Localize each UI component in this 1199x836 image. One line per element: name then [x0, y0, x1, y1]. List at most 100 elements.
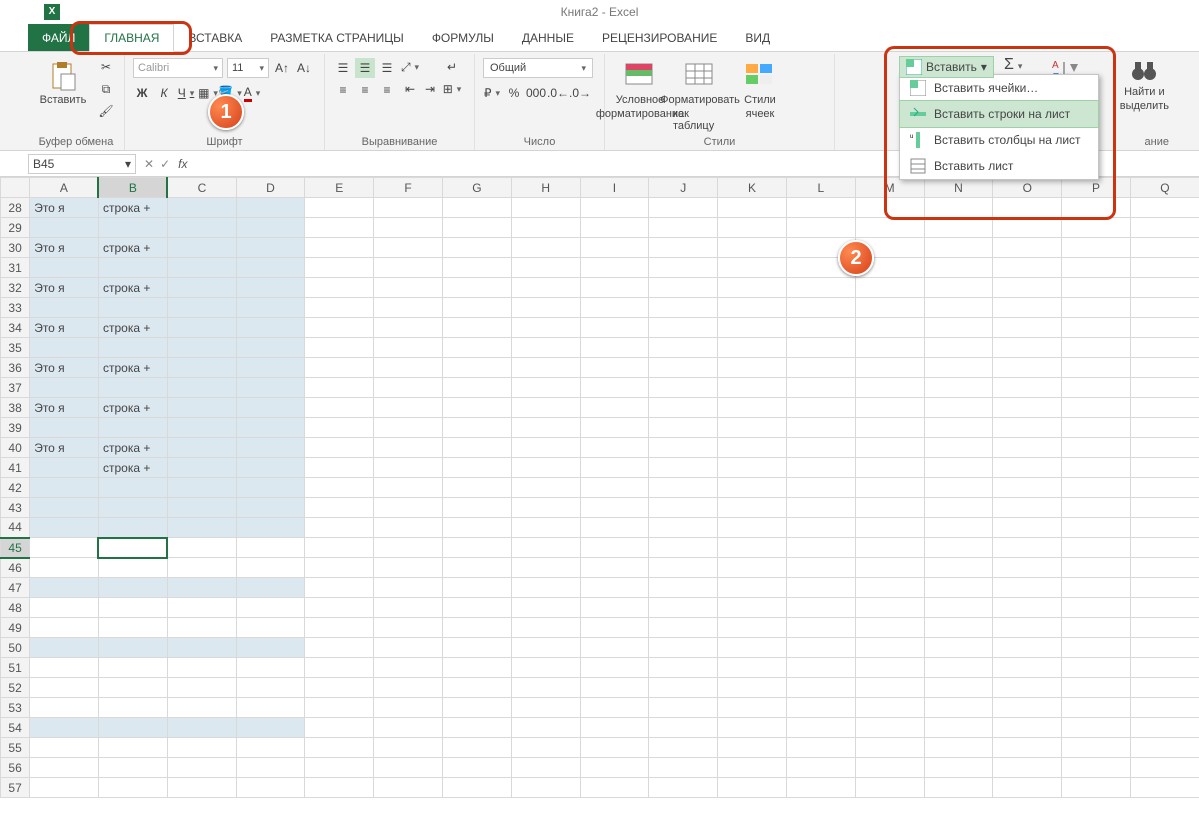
cell[interactable] [649, 498, 718, 518]
cell[interactable] [30, 518, 99, 538]
cell[interactable] [924, 318, 993, 338]
fx-icon[interactable]: fx [178, 157, 187, 171]
cell[interactable] [1062, 258, 1131, 278]
row-header[interactable]: 44 [1, 518, 30, 538]
cell[interactable] [649, 598, 718, 618]
cell[interactable] [236, 498, 305, 518]
cell[interactable] [442, 678, 511, 698]
cell[interactable] [167, 298, 236, 318]
cell[interactable] [374, 458, 443, 478]
bold-button[interactable]: Ж [133, 84, 151, 102]
menu-insert-rows[interactable]: Вставить строки на лист [900, 101, 1098, 127]
cell[interactable] [442, 638, 511, 658]
cell[interactable]: Это я [30, 358, 99, 378]
cut-button[interactable]: ✂ [96, 58, 116, 76]
cell[interactable] [374, 298, 443, 318]
cell[interactable] [30, 738, 99, 758]
cell[interactable] [442, 318, 511, 338]
cell[interactable] [786, 738, 855, 758]
cell[interactable] [786, 358, 855, 378]
cell[interactable] [98, 558, 167, 578]
cell[interactable]: строка + [98, 438, 167, 458]
cell[interactable] [442, 578, 511, 598]
cell[interactable] [374, 678, 443, 698]
cell[interactable] [374, 638, 443, 658]
cell[interactable] [1062, 418, 1131, 438]
tab-pagelayout[interactable]: РАЗМЕТКА СТРАНИЦЫ [256, 24, 418, 51]
cell[interactable] [1062, 398, 1131, 418]
cell[interactable] [442, 738, 511, 758]
cell[interactable] [98, 778, 167, 798]
cell[interactable] [442, 658, 511, 678]
cell[interactable] [167, 758, 236, 778]
cell[interactable] [1062, 618, 1131, 638]
cell[interactable] [924, 618, 993, 638]
cell[interactable] [236, 458, 305, 478]
row-header[interactable]: 57 [1, 778, 30, 798]
cell[interactable] [718, 598, 787, 618]
accounting-format-button[interactable]: ₽ [483, 84, 501, 102]
cell[interactable] [236, 298, 305, 318]
cell[interactable] [1130, 558, 1199, 578]
cell[interactable] [1062, 678, 1131, 698]
row-header[interactable]: 34 [1, 318, 30, 338]
cell[interactable] [649, 198, 718, 218]
cell[interactable] [993, 338, 1062, 358]
row-header[interactable]: 55 [1, 738, 30, 758]
cell[interactable] [786, 758, 855, 778]
cell[interactable] [1062, 718, 1131, 738]
cell[interactable] [855, 598, 924, 618]
cell[interactable] [305, 378, 374, 398]
cell[interactable] [993, 438, 1062, 458]
cell[interactable] [374, 778, 443, 798]
cell[interactable] [649, 538, 718, 558]
cell[interactable] [305, 698, 374, 718]
cell[interactable]: Это я [30, 438, 99, 458]
align-center-button[interactable]: ≡ [355, 80, 375, 100]
enter-formula-button[interactable]: ✓ [160, 157, 170, 171]
cell[interactable] [718, 698, 787, 718]
cell[interactable] [442, 418, 511, 438]
cell[interactable] [1062, 338, 1131, 358]
align-bottom-button[interactable]: ☰ [377, 58, 397, 78]
col-header[interactable]: B [98, 178, 167, 198]
cell[interactable] [511, 398, 580, 418]
cell[interactable] [855, 738, 924, 758]
cell[interactable] [924, 338, 993, 358]
cell[interactable]: строка + [98, 458, 167, 478]
cell[interactable] [718, 538, 787, 558]
cell[interactable] [1062, 758, 1131, 778]
cell[interactable] [236, 718, 305, 738]
row-header[interactable]: 31 [1, 258, 30, 278]
row-header[interactable]: 42 [1, 478, 30, 498]
cell[interactable] [718, 478, 787, 498]
tab-data[interactable]: ДАННЫЕ [508, 24, 588, 51]
cell[interactable] [924, 718, 993, 738]
col-header[interactable]: A [30, 178, 99, 198]
tab-review[interactable]: РЕЦЕНЗИРОВАНИЕ [588, 24, 731, 51]
cell[interactable] [1062, 638, 1131, 658]
cell[interactable] [305, 578, 374, 598]
menu-insert-sheet[interactable]: Вставить лист [900, 153, 1098, 179]
cell[interactable] [649, 678, 718, 698]
cell[interactable] [649, 338, 718, 358]
cell[interactable] [374, 698, 443, 718]
cell[interactable] [580, 418, 649, 438]
cell[interactable]: Это я [30, 198, 99, 218]
cell[interactable] [786, 278, 855, 298]
cell[interactable] [718, 258, 787, 278]
cell[interactable] [786, 298, 855, 318]
cell[interactable] [30, 678, 99, 698]
cell[interactable] [924, 298, 993, 318]
increase-indent-button[interactable]: ⇥ [421, 80, 439, 98]
cell[interactable] [718, 338, 787, 358]
cell[interactable] [236, 478, 305, 498]
decrease-font-button[interactable]: A↓ [295, 59, 313, 77]
cell[interactable]: Это я [30, 278, 99, 298]
cell[interactable] [167, 398, 236, 418]
cell[interactable] [167, 678, 236, 698]
cell[interactable] [924, 218, 993, 238]
cancel-formula-button[interactable]: ✕ [144, 157, 154, 171]
cell[interactable] [649, 358, 718, 378]
row-header[interactable]: 56 [1, 758, 30, 778]
